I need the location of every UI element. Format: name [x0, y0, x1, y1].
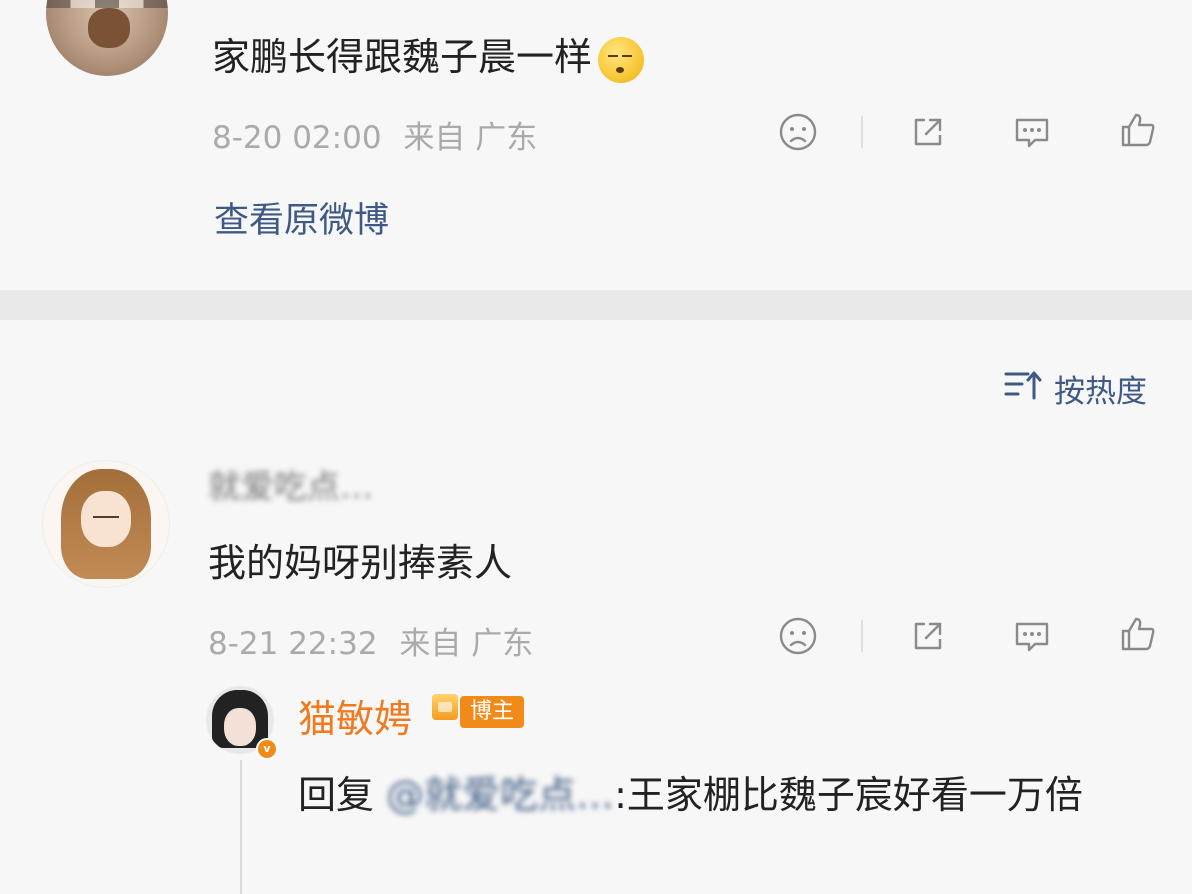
comment-content: 家鹏长得跟魏子晨一样: [212, 35, 593, 79]
reply-text: 回复 @就爱吃点…:王家棚比魏子宸好看一万倍: [298, 764, 1178, 826]
share-icon[interactable]: [906, 110, 950, 154]
comment-text: 家鹏长得跟魏子晨一样: [212, 26, 645, 83]
dislike-icon[interactable]: [776, 614, 820, 658]
share-icon[interactable]: [906, 614, 950, 658]
sort-by-hot-button[interactable]: 按热度: [1004, 366, 1147, 411]
reply-thread-line: [240, 760, 242, 894]
location: 来自 广东: [399, 626, 534, 662]
view-original-link[interactable]: 查看原微博: [214, 192, 389, 243]
author-badge: 博主: [460, 696, 525, 728]
timestamp: 8-21 22:32: [208, 626, 378, 662]
comment-text: 我的妈呀别捧素人: [208, 541, 513, 585]
avatar-decoration: [81, 491, 131, 547]
avatar-decoration: [224, 708, 256, 746]
avatar-decoration: [88, 8, 130, 48]
username[interactable]: 就爱吃点…: [208, 460, 373, 508]
like-icon[interactable]: [1116, 612, 1160, 656]
crown-icon: [432, 694, 458, 720]
avatar-decoration: [46, 0, 168, 8]
comment-meta: 8-20 02:00 来自 广东: [212, 112, 537, 157]
reply-prefix: 回复: [298, 773, 375, 817]
mention-link[interactable]: @就爱吃点…: [386, 773, 614, 817]
dislike-icon[interactable]: [776, 110, 820, 154]
verified-badge-icon: v: [256, 738, 278, 760]
username[interactable]: 猫敏娉: [298, 688, 412, 743]
mention-text: @就爱吃点…: [386, 773, 615, 817]
comment-icon[interactable]: [1010, 110, 1054, 154]
section-separator: [0, 290, 1192, 320]
comment-icon[interactable]: [1010, 614, 1054, 658]
sort-label: 按热度: [1054, 374, 1147, 410]
action-divider: [861, 620, 863, 652]
like-icon[interactable]: [1116, 108, 1160, 152]
location: 来自 广东: [403, 120, 538, 156]
timestamp: 8-20 02:00: [212, 120, 382, 156]
avatar[interactable]: [42, 460, 170, 588]
comment-meta: 8-21 22:32 来自 广东: [208, 618, 533, 663]
reply-content: :王家棚比魏子宸好看一万倍: [614, 773, 1083, 817]
avatar-decoration: [93, 516, 119, 518]
emoji-icon: [598, 36, 645, 83]
action-divider: [861, 116, 863, 148]
username-text: 就爱吃点…: [208, 467, 373, 506]
sort-icon: [1004, 368, 1044, 410]
